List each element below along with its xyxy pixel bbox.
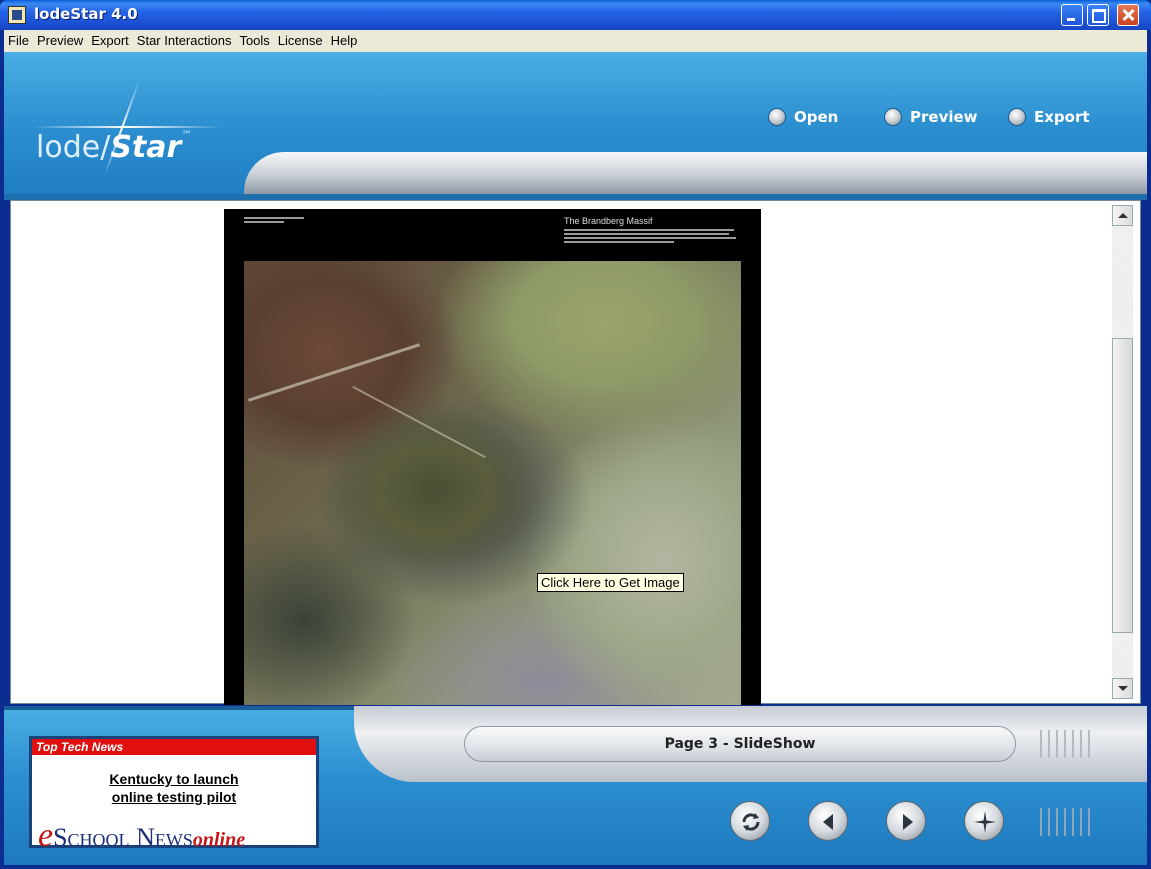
next-icon xyxy=(903,814,913,830)
menu-tools[interactable]: Tools xyxy=(235,30,273,48)
menu-file[interactable]: File xyxy=(4,30,33,48)
logo-news: News xyxy=(136,823,193,852)
export-button[interactable]: Export xyxy=(1008,106,1090,128)
menu-preview[interactable]: Preview xyxy=(33,30,87,48)
news-header: Top Tech News xyxy=(32,739,316,755)
application-window: lodeStar 4.0 File Preview Export Star Inter… xyxy=(0,0,1151,869)
open-button[interactable]: Open xyxy=(768,106,838,128)
preview-radio-icon xyxy=(884,108,902,126)
news-headline-line1[interactable]: Kentucky to launch xyxy=(32,771,316,787)
refresh-button[interactable] xyxy=(730,801,770,841)
export-radio-icon xyxy=(1008,108,1026,126)
menu-license[interactable]: License xyxy=(274,30,327,48)
slide-caption-text xyxy=(564,229,744,259)
app-footer: Page 3 - SlideShow Top Tech News Kentuck… xyxy=(4,706,1147,865)
page-indicator: Page 3 - SlideShow xyxy=(464,726,1016,762)
maximize-button[interactable] xyxy=(1087,4,1109,26)
slide-caption-left xyxy=(244,217,314,225)
eschool-news-logo: eSchool Newsonline xyxy=(38,817,245,855)
app-header: lode/Star™ Open Preview Export xyxy=(4,52,1147,200)
preview-label: Preview xyxy=(910,108,978,126)
vertical-scrollbar[interactable] xyxy=(1112,205,1133,699)
logo-e: e xyxy=(38,817,54,854)
next-button[interactable] xyxy=(886,801,926,841)
menu-star-interactions[interactable]: Star Interactions xyxy=(133,30,236,48)
header-curve-decoration xyxy=(244,152,1147,194)
news-headline-line2[interactable]: online testing pilot xyxy=(32,789,316,805)
menu-help[interactable]: Help xyxy=(327,30,362,48)
scroll-thumb[interactable] xyxy=(1112,338,1133,633)
menu-bar: File Preview Export Star Interactions Tools L… xyxy=(4,30,1147,52)
logo-text-lode: lode xyxy=(36,130,101,165)
open-radio-icon xyxy=(768,108,786,126)
news-banner[interactable]: Top Tech News Kentucky to launch online … xyxy=(29,736,319,854)
satellite-river xyxy=(247,343,421,402)
preview-pane: The Brandberg Massif Click Here to Get I… xyxy=(10,200,1141,705)
app-icon[interactable] xyxy=(8,6,26,24)
logo-tm: ™ xyxy=(181,130,192,141)
satellite-river-2 xyxy=(352,385,486,459)
lodestar-logo: lode/Star™ xyxy=(36,130,192,165)
logo-online: online xyxy=(192,829,246,851)
title-bar[interactable]: lodeStar 4.0 xyxy=(0,0,1151,30)
minimize-button[interactable] xyxy=(1061,4,1083,26)
slide-image[interactable]: The Brandberg Massif xyxy=(224,209,761,705)
logo-text-star: Star xyxy=(110,130,182,165)
satellite-image[interactable] xyxy=(244,261,741,705)
preview-button[interactable]: Preview xyxy=(884,106,978,128)
refresh-icon xyxy=(742,813,760,831)
export-label: Export xyxy=(1034,108,1090,126)
grip-decoration xyxy=(1040,730,1096,758)
previous-icon xyxy=(823,814,833,830)
scroll-down-button[interactable] xyxy=(1112,678,1133,699)
grip-decoration-bottom xyxy=(1040,808,1096,836)
scroll-up-button[interactable] xyxy=(1112,205,1133,226)
logo-school: School xyxy=(53,823,130,852)
previous-button[interactable] xyxy=(808,801,848,841)
home-star-button[interactable] xyxy=(964,801,1004,841)
slide-title: The Brandberg Massif xyxy=(564,216,653,226)
close-button[interactable] xyxy=(1117,4,1139,26)
star-icon xyxy=(974,811,996,833)
window-title: lodeStar 4.0 xyxy=(34,5,138,23)
image-tooltip: Click Here to Get Image xyxy=(537,573,684,592)
logo-star-flare xyxy=(32,126,222,128)
open-label: Open xyxy=(794,108,839,126)
menu-export[interactable]: Export xyxy=(87,30,133,48)
